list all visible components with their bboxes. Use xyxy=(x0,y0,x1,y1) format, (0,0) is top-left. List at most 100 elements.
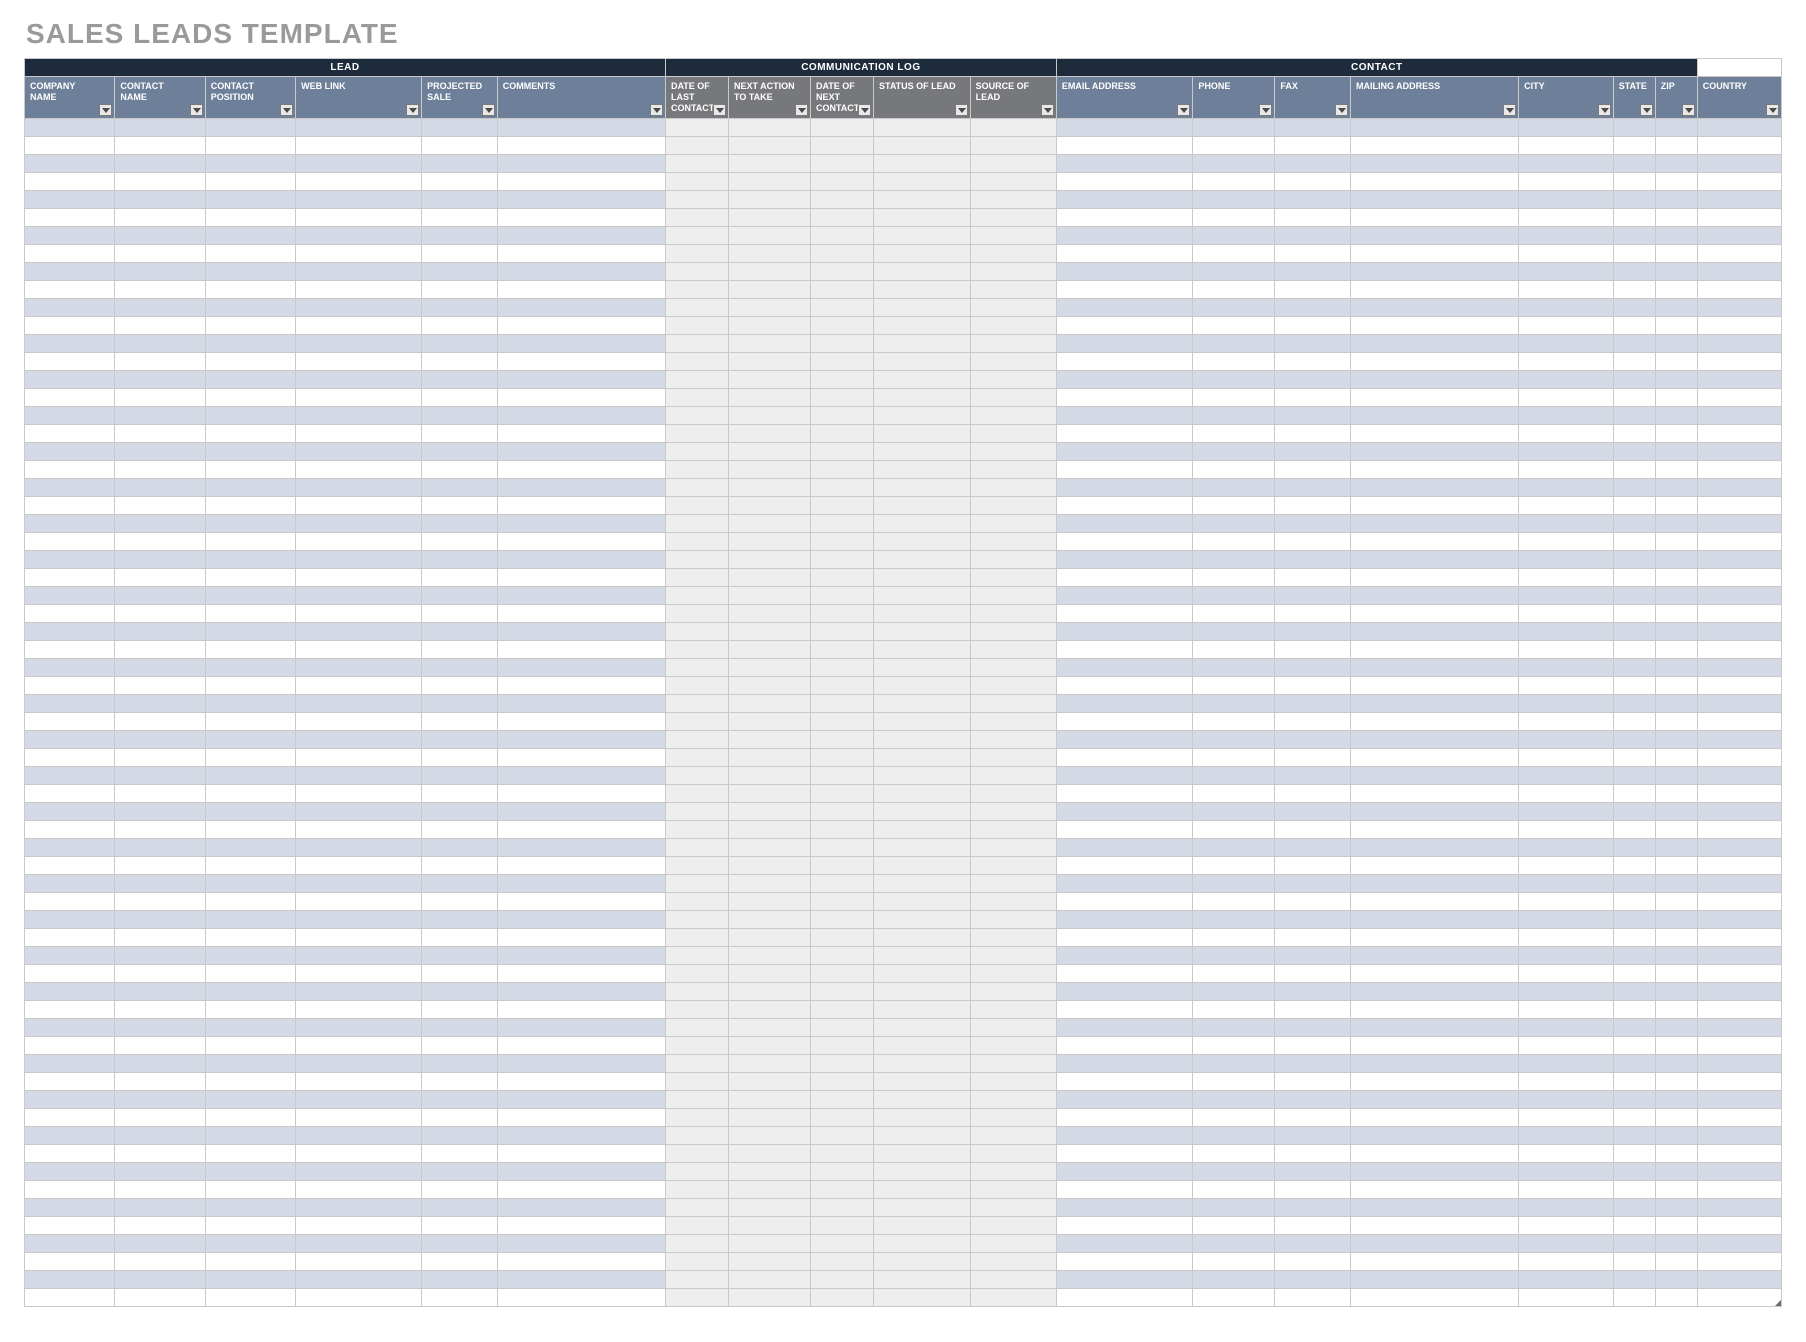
cell[interactable] xyxy=(1193,335,1275,353)
cell[interactable] xyxy=(873,749,970,767)
cell[interactable] xyxy=(296,299,422,317)
cell[interactable] xyxy=(970,1163,1056,1181)
cell[interactable] xyxy=(970,1109,1056,1127)
cell[interactable] xyxy=(1697,299,1781,317)
cell[interactable] xyxy=(1613,785,1655,803)
cell[interactable] xyxy=(1655,407,1697,425)
cell[interactable] xyxy=(296,875,422,893)
table-row[interactable] xyxy=(25,173,1782,191)
cell[interactable] xyxy=(1519,695,1614,713)
cell[interactable] xyxy=(296,497,422,515)
cell[interactable] xyxy=(1193,533,1275,551)
cell[interactable] xyxy=(873,1271,970,1289)
cell[interactable] xyxy=(1056,965,1193,983)
cell[interactable] xyxy=(1613,857,1655,875)
cell[interactable] xyxy=(422,1055,498,1073)
cell[interactable] xyxy=(1275,857,1351,875)
cell[interactable] xyxy=(729,1253,811,1271)
cell[interactable] xyxy=(205,389,295,407)
cell[interactable] xyxy=(1351,443,1519,461)
cell[interactable] xyxy=(1275,713,1351,731)
cell[interactable] xyxy=(665,1109,728,1127)
cell[interactable] xyxy=(970,443,1056,461)
cell[interactable] xyxy=(1697,209,1781,227)
cell[interactable] xyxy=(729,281,811,299)
cell[interactable] xyxy=(729,821,811,839)
cell[interactable] xyxy=(1193,317,1275,335)
cell[interactable] xyxy=(25,983,115,1001)
cell[interactable] xyxy=(497,371,665,389)
cell[interactable] xyxy=(497,1253,665,1271)
cell[interactable] xyxy=(497,389,665,407)
cell[interactable] xyxy=(873,911,970,929)
cell[interactable] xyxy=(25,587,115,605)
cell[interactable] xyxy=(1613,227,1655,245)
cell[interactable] xyxy=(729,1001,811,1019)
cell[interactable] xyxy=(873,569,970,587)
cell[interactable] xyxy=(873,209,970,227)
cell[interactable] xyxy=(205,371,295,389)
cell[interactable] xyxy=(970,209,1056,227)
cell[interactable] xyxy=(1275,731,1351,749)
cell[interactable] xyxy=(25,353,115,371)
cell[interactable] xyxy=(1193,713,1275,731)
cell[interactable] xyxy=(1655,389,1697,407)
cell[interactable] xyxy=(422,875,498,893)
cell[interactable] xyxy=(1275,1037,1351,1055)
cell[interactable] xyxy=(1655,623,1697,641)
cell[interactable] xyxy=(296,371,422,389)
cell[interactable] xyxy=(1613,191,1655,209)
cell[interactable] xyxy=(873,1289,970,1307)
cell[interactable] xyxy=(1655,443,1697,461)
cell[interactable] xyxy=(665,155,728,173)
cell[interactable] xyxy=(810,1055,873,1073)
cell[interactable] xyxy=(810,299,873,317)
cell[interactable] xyxy=(729,929,811,947)
cell[interactable] xyxy=(1519,839,1614,857)
cell[interactable] xyxy=(810,191,873,209)
cell[interactable] xyxy=(810,551,873,569)
cell[interactable] xyxy=(1655,1091,1697,1109)
cell[interactable] xyxy=(873,713,970,731)
table-row[interactable] xyxy=(25,911,1782,929)
cell[interactable] xyxy=(115,1001,205,1019)
cell[interactable] xyxy=(205,1001,295,1019)
cell[interactable] xyxy=(1697,227,1781,245)
cell[interactable] xyxy=(1697,1289,1781,1307)
cell[interactable] xyxy=(115,1019,205,1037)
cell[interactable] xyxy=(665,911,728,929)
cell[interactable] xyxy=(497,443,665,461)
cell[interactable] xyxy=(1275,569,1351,587)
cell[interactable] xyxy=(205,1127,295,1145)
cell[interactable] xyxy=(970,947,1056,965)
cell[interactable] xyxy=(115,407,205,425)
cell[interactable] xyxy=(1613,911,1655,929)
cell[interactable] xyxy=(729,1073,811,1091)
cell[interactable] xyxy=(25,857,115,875)
cell[interactable] xyxy=(810,875,873,893)
cell[interactable] xyxy=(873,857,970,875)
cell[interactable] xyxy=(665,281,728,299)
cell[interactable] xyxy=(296,173,422,191)
cell[interactable] xyxy=(205,875,295,893)
cell[interactable] xyxy=(205,119,295,137)
cell[interactable] xyxy=(1056,353,1193,371)
cell[interactable] xyxy=(1655,1145,1697,1163)
cell[interactable] xyxy=(497,1109,665,1127)
cell[interactable] xyxy=(970,245,1056,263)
cell[interactable] xyxy=(1697,1145,1781,1163)
cell[interactable] xyxy=(1613,1145,1655,1163)
cell[interactable] xyxy=(729,551,811,569)
cell[interactable] xyxy=(873,893,970,911)
cell[interactable] xyxy=(1519,1037,1614,1055)
cell[interactable] xyxy=(422,929,498,947)
cell[interactable] xyxy=(970,983,1056,1001)
cell[interactable] xyxy=(1193,947,1275,965)
cell[interactable] xyxy=(1056,407,1193,425)
cell[interactable] xyxy=(1351,749,1519,767)
cell[interactable] xyxy=(729,497,811,515)
cell[interactable] xyxy=(25,497,115,515)
cell[interactable] xyxy=(205,605,295,623)
cell[interactable] xyxy=(1697,821,1781,839)
cell[interactable] xyxy=(1056,1235,1193,1253)
